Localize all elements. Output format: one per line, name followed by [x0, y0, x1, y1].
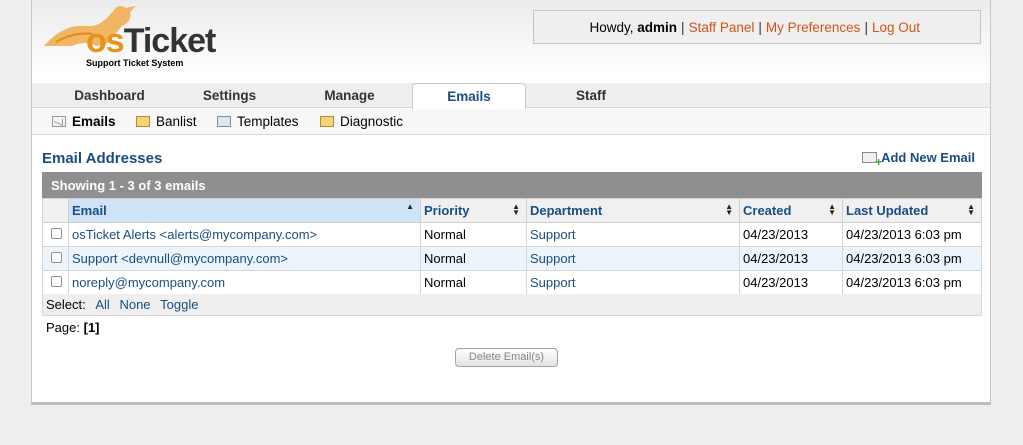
page-label: Page:: [46, 320, 80, 335]
main-nav-tabs: Dashboard Settings Manage Emails Staff: [32, 83, 990, 109]
priority-cell: Normal: [420, 270, 527, 295]
logo[interactable]: osTicket Support Ticket System: [36, 2, 226, 72]
column-header-priority[interactable]: Priority ▲ ▼: [420, 198, 527, 223]
diagnostic-icon: [320, 116, 334, 127]
sort-asc-icon: ▲: [406, 202, 414, 211]
sort-icon: ▲ ▼: [725, 202, 733, 217]
subnav-banlist-label: Banlist: [156, 114, 197, 129]
email-link[interactable]: noreply@mycompany.com: [72, 275, 225, 290]
priority-cell: Normal: [420, 246, 527, 271]
priority-cell: Normal: [420, 222, 527, 247]
table-row: Support <devnull@mycompany.com> Normal S…: [42, 246, 982, 271]
created-cell: 04/23/2013: [739, 270, 843, 295]
sort-icon: ▲ ▼: [828, 202, 836, 217]
table-row: osTicket Alerts <alerts@mycompany.com> N…: [42, 222, 982, 247]
table-row: noreply@mycompany.com Normal Support 04/…: [42, 270, 982, 295]
row-checkbox[interactable]: [51, 228, 62, 239]
select-all-link[interactable]: All: [95, 297, 109, 312]
select-column-header: [42, 198, 69, 223]
row-checkbox[interactable]: [51, 276, 62, 287]
tab-emails[interactable]: Emails: [412, 83, 526, 109]
username: admin: [637, 20, 678, 35]
select-bar: Select: All None Toggle: [42, 294, 982, 316]
page-title: Email Addresses: [42, 150, 163, 167]
column-header-department[interactable]: Department ▲ ▼: [526, 198, 740, 223]
updated-cell: 04/23/2013 6:03 pm: [842, 246, 982, 271]
results-summary: Showing 1 - 3 of 3 emails: [42, 172, 982, 198]
sort-icon: ▲ ▼: [967, 202, 975, 217]
department-link[interactable]: Support: [530, 251, 576, 266]
tab-staff[interactable]: Staff: [526, 83, 656, 108]
subnav-templates[interactable]: Templates: [217, 114, 299, 129]
email-table: Email ▲ Priority ▲ ▼ Department ▲ ▼ Created ▲ ▼…: [42, 198, 982, 295]
subnav-templates-label: Templates: [237, 114, 299, 129]
subnav-emails-label: Emails: [72, 114, 116, 129]
select-none-link[interactable]: None: [119, 297, 150, 312]
delete-emails-button[interactable]: Delete Email(s): [455, 348, 558, 367]
greeting-text: Howdy,: [589, 20, 634, 35]
subnav-banlist[interactable]: Banlist: [136, 114, 197, 129]
row-checkbox[interactable]: [51, 252, 62, 263]
tab-settings[interactable]: Settings: [172, 83, 287, 108]
email-link[interactable]: osTicket Alerts <alerts@mycompany.com>: [72, 227, 317, 242]
updated-cell: 04/23/2013 6:03 pm: [842, 270, 982, 295]
created-cell: 04/23/2013: [739, 222, 843, 247]
email-icon: [52, 116, 66, 127]
add-new-email-button[interactable]: Add New Email: [862, 150, 975, 169]
department-link[interactable]: Support: [530, 275, 576, 290]
page-container: osTicket Support Ticket System Howdy, ad…: [31, 0, 991, 405]
add-email-icon: [862, 152, 882, 169]
department-link[interactable]: Support: [530, 227, 576, 242]
templates-icon: [217, 116, 231, 127]
pagination: Page: [1]: [46, 320, 100, 335]
staff-panel-link[interactable]: Staff Panel: [689, 20, 755, 35]
add-new-email-label: Add New Email: [881, 150, 975, 165]
logo-subtitle: Support Ticket System: [86, 58, 184, 68]
my-preferences-link[interactable]: My Preferences: [766, 20, 861, 35]
email-link[interactable]: Support <devnull@mycompany.com>: [72, 251, 288, 266]
logo-wordmark: osTicket: [86, 22, 216, 60]
column-header-email[interactable]: Email ▲: [68, 198, 421, 223]
subnav-diagnostic[interactable]: Diagnostic: [320, 114, 403, 129]
created-cell: 04/23/2013: [739, 246, 843, 271]
logout-link[interactable]: Log Out: [872, 20, 920, 35]
subnav-diagnostic-label: Diagnostic: [340, 114, 404, 129]
column-header-created[interactable]: Created ▲ ▼: [739, 198, 843, 223]
sub-nav: Emails Banlist Templates Diagnostic: [32, 109, 990, 135]
tab-manage[interactable]: Manage: [287, 83, 412, 108]
user-bar: Howdy, admin | Staff Panel | My Preferences |…: [533, 10, 981, 44]
select-toggle-link[interactable]: Toggle: [160, 297, 198, 312]
column-header-last-updated[interactable]: Last Updated ▲ ▼: [842, 198, 982, 223]
header: osTicket Support Ticket System Howdy, ad…: [32, 0, 990, 78]
sort-icon: ▲ ▼: [512, 202, 520, 217]
tab-dashboard[interactable]: Dashboard: [47, 83, 172, 108]
select-label: Select:: [46, 297, 86, 312]
updated-cell: 04/23/2013 6:03 pm: [842, 222, 982, 247]
subnav-emails[interactable]: Emails: [52, 114, 116, 129]
current-page[interactable]: [1]: [84, 320, 100, 335]
banlist-icon: [136, 116, 150, 127]
